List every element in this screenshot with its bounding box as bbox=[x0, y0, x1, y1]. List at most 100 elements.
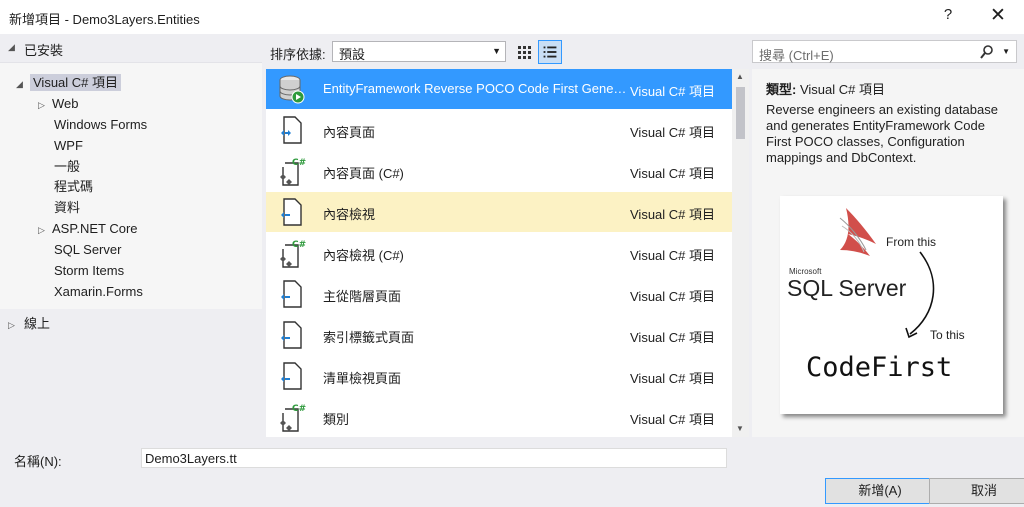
item-name: 清單檢視頁面 bbox=[323, 371, 402, 386]
item-name: 內容頁面 (C#) bbox=[323, 166, 404, 181]
type-label: 類型: bbox=[766, 82, 797, 97]
tree-item-storm-items[interactable]: Storm Items bbox=[54, 261, 124, 281]
add-button[interactable]: 新增(A) bbox=[825, 478, 935, 504]
item-kind: Visual C# 項目 bbox=[630, 125, 716, 140]
item-name: 內容檢視 bbox=[323, 207, 376, 222]
item-kind: Visual C# 項目 bbox=[630, 84, 716, 99]
template-tree: ◢ Visual C# 項目 ▷ Web Windows Forms WPF 一般 … bbox=[0, 62, 262, 309]
item-name: 索引標籤式頁面 bbox=[323, 330, 415, 345]
list-item[interactable]: 清單檢視頁面 Visual C# 項目 bbox=[266, 356, 732, 396]
tree-item-label: WPF bbox=[54, 138, 83, 153]
sort-value: 預設 bbox=[339, 47, 366, 62]
svg-text:C#: C# bbox=[292, 240, 306, 250]
item-name: 內容檢視 (C#) bbox=[323, 248, 404, 263]
help-button[interactable]: ? bbox=[938, 6, 958, 23]
item-name: 主從階層頁面 bbox=[323, 289, 402, 304]
scroll-thumb[interactable] bbox=[736, 87, 745, 139]
expand-arrow-icon: ▷ bbox=[38, 100, 45, 110]
page-icon bbox=[281, 321, 302, 349]
preview-image: Microsoft SQL Server From this To this C… bbox=[780, 196, 1003, 414]
page-icon bbox=[281, 198, 302, 226]
tree-item-label: SQL Server bbox=[54, 242, 122, 257]
svg-text:C#: C# bbox=[292, 158, 306, 168]
page-icon bbox=[281, 116, 302, 144]
type-line: 類型: Visual C# 項目 bbox=[766, 79, 885, 98]
item-kind: Visual C# 項目 bbox=[630, 166, 716, 181]
tree-item-xamarin-forms[interactable]: Xamarin.Forms bbox=[54, 282, 143, 302]
database-icon bbox=[279, 75, 305, 104]
list-item[interactable]: C# 內容頁面 (C#) Visual C# 項目 bbox=[266, 151, 732, 191]
scroll-up-icon[interactable]: ▲ bbox=[736, 72, 744, 81]
name-field[interactable]: Demo3Layers.tt bbox=[141, 448, 727, 468]
installed-header[interactable]: ◢ 已安裝 bbox=[0, 34, 262, 60]
tree-item-windows-forms[interactable]: Windows Forms bbox=[54, 115, 147, 135]
tree-item-aspnet-core[interactable]: ▷ ASP.NET Core bbox=[38, 219, 138, 239]
item-kind: Visual C# 項目 bbox=[630, 371, 716, 386]
search-placeholder: 搜尋 (Ctrl+E) bbox=[759, 48, 834, 63]
tree-item-label: Visual C# 項目 bbox=[30, 74, 122, 91]
item-kind: Visual C# 項目 bbox=[630, 289, 716, 304]
sort-dropdown[interactable]: 預設 ▼ bbox=[332, 41, 506, 62]
item-kind: Visual C# 項目 bbox=[630, 207, 716, 222]
tree-item-label: 一般 bbox=[54, 159, 81, 174]
tree-item-code[interactable]: 程式碼 bbox=[54, 177, 93, 197]
description: Reverse engineers an existing database a… bbox=[766, 102, 998, 165]
tree-item-wpf[interactable]: WPF bbox=[54, 136, 83, 156]
expanded-arrow-icon: ◢ bbox=[16, 79, 23, 89]
list-item[interactable]: 內容檢視 Visual C# 項目 bbox=[266, 192, 732, 232]
item-kind: Visual C# 項目 bbox=[630, 412, 716, 427]
tree-item-visual-csharp[interactable]: ◢ Visual C# 項目 bbox=[16, 73, 122, 93]
list-item[interactable]: C# 內容檢視 (C#) Visual C# 項目 bbox=[266, 233, 732, 273]
expand-arrow-icon: ▷ bbox=[8, 320, 15, 330]
installed-label: 已安裝 bbox=[24, 43, 64, 58]
sort-label: 排序依據: bbox=[270, 47, 326, 62]
grid-view-icon[interactable] bbox=[514, 42, 534, 62]
chevron-down-icon[interactable]: ▼ bbox=[1002, 47, 1010, 56]
tree-item-sql-server[interactable]: SQL Server bbox=[54, 240, 121, 260]
chevron-down-icon: ▼ bbox=[492, 46, 501, 56]
list-item[interactable]: 主從階層頁面 Visual C# 項目 bbox=[266, 274, 732, 314]
tree-item-label: 資料 bbox=[54, 200, 81, 215]
expand-arrow-icon: ▷ bbox=[38, 225, 45, 235]
list-item[interactable]: C# 類別 Visual C# 項目 bbox=[266, 397, 732, 437]
list-item[interactable]: EntityFramework Reverse POCO Code First … bbox=[266, 69, 732, 109]
from-this-text: From this bbox=[886, 235, 936, 249]
item-name: EntityFramework Reverse POCO Code First … bbox=[323, 81, 629, 96]
tree-item-online[interactable]: ▷ 線上 bbox=[8, 314, 50, 334]
item-kind: Visual C# 項目 bbox=[630, 330, 716, 345]
sql-server-logo bbox=[839, 208, 876, 256]
template-list: EntityFramework Reverse POCO Code First … bbox=[266, 69, 749, 437]
search-icon[interactable] bbox=[980, 44, 994, 60]
preview-graphic: Microsoft SQL Server From this To this C… bbox=[787, 208, 965, 383]
list-item[interactable]: 內容頁面 Visual C# 項目 bbox=[266, 110, 732, 150]
name-label: 名稱(N): bbox=[14, 454, 62, 469]
tree-item-general[interactable]: 一般 bbox=[54, 157, 80, 177]
type-value: Visual C# 項目 bbox=[799, 82, 885, 97]
online-label: 線上 bbox=[24, 316, 51, 331]
search-input[interactable]: 搜尋 (Ctrl+E) ▼ bbox=[752, 40, 1017, 63]
cancel-button[interactable]: 取消 bbox=[929, 478, 1024, 504]
tree-item-label: Storm Items bbox=[54, 263, 125, 278]
item-kind: Visual C# 項目 bbox=[630, 248, 716, 263]
scroll-down-icon[interactable]: ▼ bbox=[736, 424, 744, 433]
list-scrollbar[interactable]: ▲ ▼ bbox=[732, 69, 749, 437]
to-this-text: To this bbox=[930, 328, 965, 342]
sql-server-text: SQL Server bbox=[787, 275, 907, 301]
csharp-page-icon: C# bbox=[280, 240, 306, 268]
window-title: 新增項目 - Demo3Layers.Entities bbox=[9, 12, 200, 27]
page-icon bbox=[281, 362, 302, 390]
close-button[interactable]: ✕ bbox=[988, 4, 1008, 27]
collapse-arrow-icon: ◢ bbox=[8, 42, 15, 52]
svg-text:C#: C# bbox=[292, 404, 306, 414]
tree-item-label: Web bbox=[52, 96, 79, 111]
csharp-page-icon: C# bbox=[280, 404, 306, 432]
list-item[interactable]: 索引標籤式頁面 Visual C# 項目 bbox=[266, 315, 732, 355]
csharp-page-icon: C# bbox=[280, 158, 306, 186]
title-bar: 新增項目 - Demo3Layers.Entities ? ✕ bbox=[0, 0, 1024, 34]
page-icon bbox=[281, 280, 302, 308]
name-value: Demo3Layers.tt bbox=[145, 451, 237, 466]
tree-item-label: Xamarin.Forms bbox=[54, 284, 143, 299]
tree-item-web[interactable]: ▷ Web bbox=[38, 94, 79, 114]
list-view-icon[interactable] bbox=[538, 40, 562, 64]
tree-item-data[interactable]: 資料 bbox=[54, 198, 80, 218]
